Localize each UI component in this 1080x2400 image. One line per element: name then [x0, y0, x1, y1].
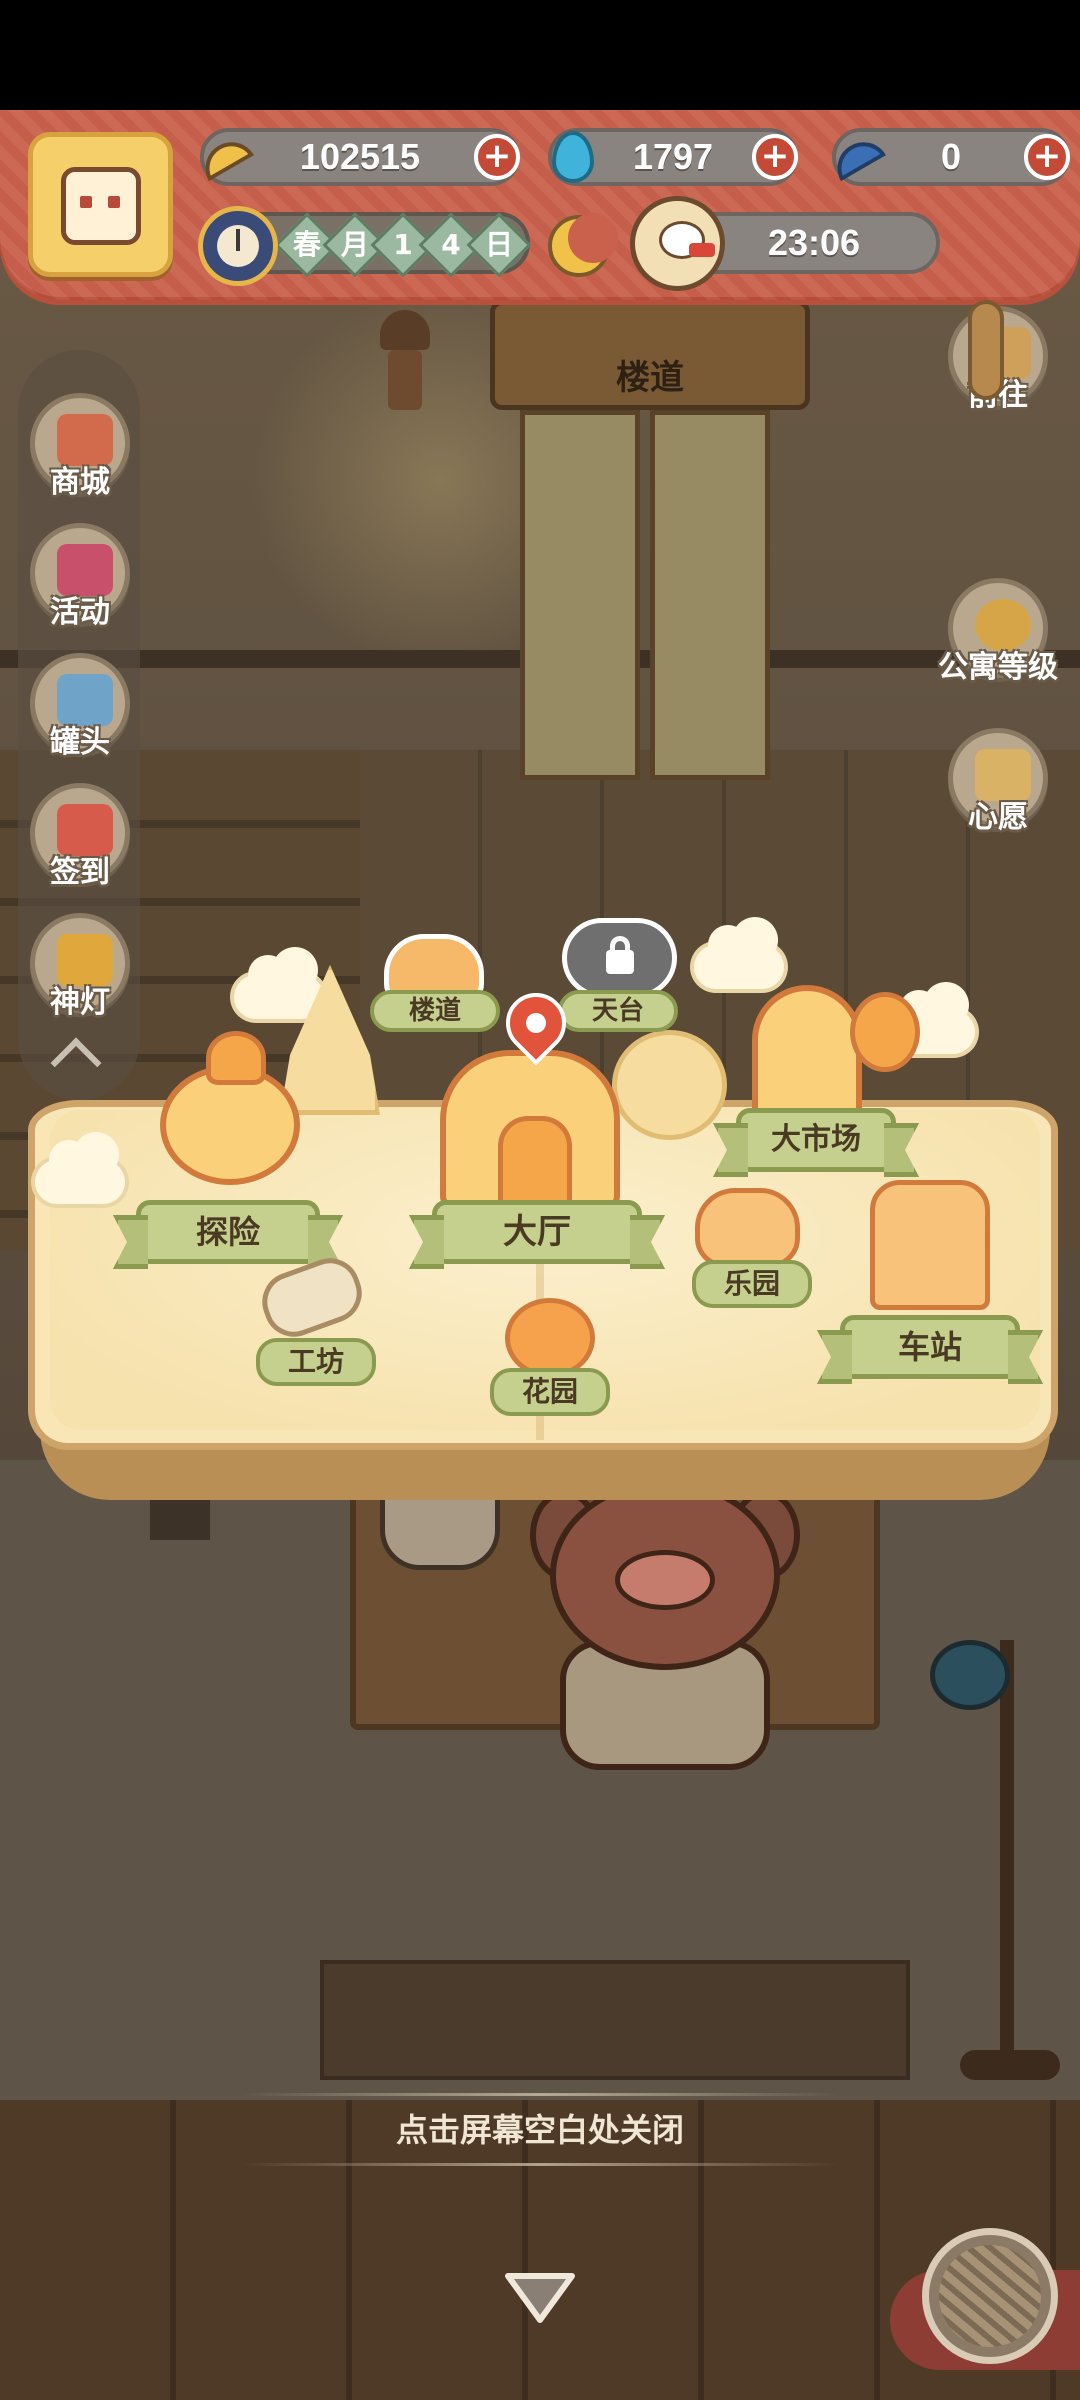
magic-lamp-button[interactable]: 神灯	[20, 905, 140, 1025]
close-hint-text: 点击屏幕空白处关闭	[395, 2111, 684, 2149]
location-explore[interactable]: 探险	[136, 1200, 320, 1264]
cloud-icon	[35, 1132, 125, 1204]
location-stairs[interactable]: 楼道	[370, 990, 500, 1032]
coat-rack-base	[960, 2050, 1060, 2080]
cloud-icon	[694, 917, 784, 989]
blue-banana-currency[interactable]: 0 +	[827, 128, 1070, 186]
elevator-sign: 楼道	[616, 358, 684, 398]
wall-lamp-icon	[370, 310, 440, 430]
location-station[interactable]: 车站	[840, 1315, 1020, 1379]
player-avatar[interactable]	[28, 132, 173, 277]
explore-robot-icon	[160, 1031, 300, 1185]
shop-button[interactable]: 商城	[20, 385, 140, 505]
elevator-door-right	[650, 410, 770, 780]
lock-icon-body	[606, 950, 634, 974]
park-cat-icon	[695, 1188, 800, 1268]
yarn-ball-button[interactable]	[922, 2228, 1058, 2364]
hat-icon	[930, 1640, 1010, 1710]
banana-currency[interactable]: 102515 +	[195, 128, 520, 186]
location-rooftop[interactable]: 天台	[558, 990, 678, 1032]
hint-line-bottom	[240, 2163, 840, 2166]
status-bar	[0, 0, 1080, 110]
clock-icon	[198, 206, 278, 286]
hall-building-icon	[440, 1050, 620, 1216]
moon-icon[interactable]	[548, 213, 618, 277]
wish-button[interactable]: 心愿	[938, 720, 1062, 840]
signin-button[interactable]: 签到	[20, 775, 140, 895]
hint-banner-bg	[320, 1960, 910, 2080]
coat-rack	[1000, 1640, 1014, 2060]
location-park[interactable]: 乐园	[692, 1260, 812, 1308]
location-market[interactable]: 大市场	[736, 1108, 896, 1172]
add-flame-button[interactable]: +	[752, 134, 798, 180]
banana-count: 102515	[299, 136, 421, 177]
add-banana-button[interactable]: +	[474, 134, 520, 180]
elevator[interactable]: 楼道	[490, 230, 810, 780]
cat-alarm-icon	[630, 196, 725, 291]
add-blue-banana-button[interactable]: +	[1024, 134, 1070, 180]
time-value: 23:06	[767, 222, 861, 263]
avatar-face-icon	[61, 167, 141, 245]
location-hall[interactable]: 大厅	[432, 1200, 642, 1264]
flame-currency[interactable]: 1797 +	[548, 128, 798, 186]
garden-flower-icon	[505, 1298, 595, 1378]
can-button[interactable]: 罐头	[20, 645, 140, 765]
carrot-icon	[968, 300, 1004, 400]
chevron-down-icon[interactable]	[502, 2270, 578, 2326]
event-button[interactable]: 活动	[20, 515, 140, 635]
location-garden[interactable]: 花园	[490, 1368, 610, 1416]
station-fountain-icon	[870, 1180, 990, 1310]
location-workshop[interactable]: 工坊	[256, 1338, 376, 1386]
apartment-level-button[interactable]: 公寓等级	[938, 570, 1062, 690]
market-balloon-icon	[850, 992, 920, 1072]
elevator-door-left	[520, 410, 640, 780]
bush-icon	[612, 1030, 727, 1140]
